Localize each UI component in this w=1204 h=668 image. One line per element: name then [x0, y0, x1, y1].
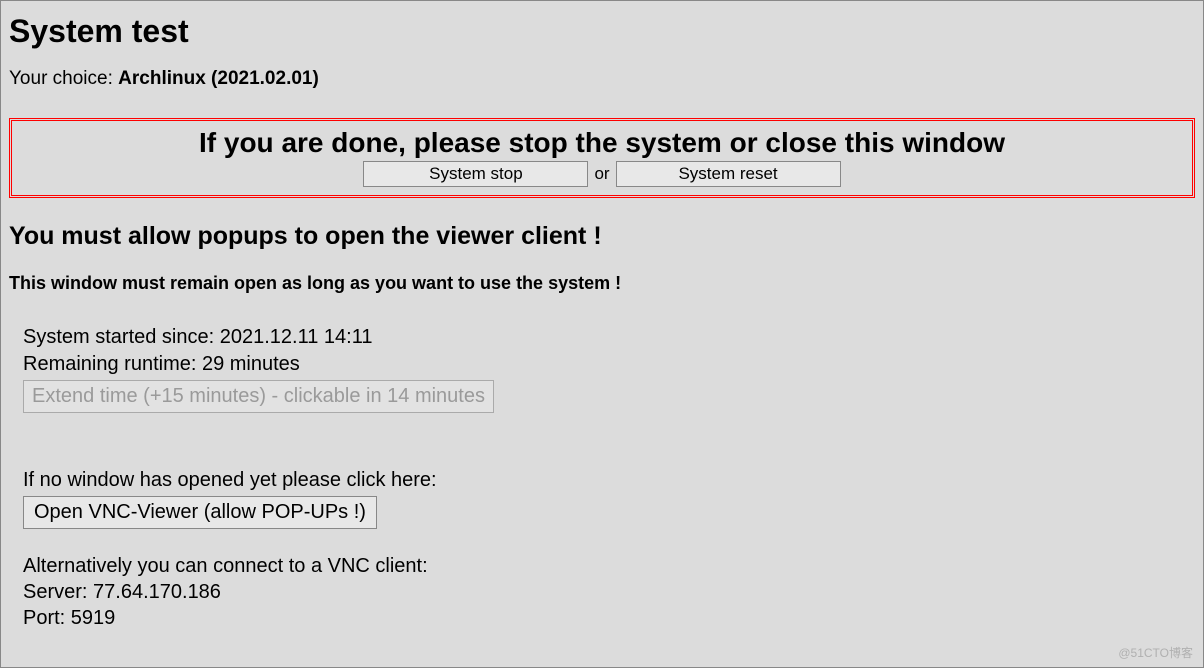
alert-box: If you are done, please stop the system … — [9, 118, 1195, 198]
no-window-text: If no window has opened yet please click… — [23, 467, 1195, 494]
remaining-label: Remaining runtime: — [23, 353, 202, 375]
remain-open-text: This window must remain open as long as … — [9, 273, 1195, 294]
vnc-server-label: Server: — [23, 581, 93, 603]
runtime-info-block: System started since: 2021.12.11 14:11 R… — [9, 324, 1195, 631]
choice-line: Your choice: Archlinux (2021.02.01) — [9, 68, 1195, 90]
vnc-port-line: Port: 5919 — [23, 605, 1195, 631]
or-text: or — [592, 164, 611, 184]
started-label: System started since: — [23, 326, 220, 348]
alert-controls: System stop or System reset — [20, 161, 1184, 187]
alert-heading: If you are done, please stop the system … — [20, 127, 1184, 159]
choice-value: Archlinux (2021.02.01) — [118, 68, 319, 89]
choice-label: Your choice: — [9, 68, 118, 89]
watermark: @51CTO博客 — [1118, 644, 1193, 661]
open-vnc-viewer-button[interactable]: Open VNC-Viewer (allow POP-UPs !) — [23, 496, 377, 529]
page-title: System test — [9, 13, 1195, 50]
remaining-line: Remaining runtime: 29 minutes — [23, 351, 1195, 378]
vnc-server-line: Server: 77.64.170.186 — [23, 579, 1195, 605]
system-reset-button[interactable]: System reset — [616, 161, 841, 187]
extend-time-button: Extend time (+15 minutes) - clickable in… — [23, 380, 494, 413]
vnc-port-value: 5919 — [71, 607, 116, 629]
remaining-value: 29 minutes — [202, 353, 300, 375]
system-stop-button[interactable]: System stop — [363, 161, 588, 187]
vnc-server-value: 77.64.170.186 — [93, 581, 221, 603]
vnc-alt-text: Alternatively you can connect to a VNC c… — [23, 553, 1195, 579]
started-value: 2021.12.11 14:11 — [220, 326, 373, 348]
popup-warning: You must allow popups to open the viewer… — [9, 222, 1195, 251]
started-line: System started since: 2021.12.11 14:11 — [23, 324, 1195, 351]
vnc-port-label: Port: — [23, 607, 71, 629]
vnc-alt-block: Alternatively you can connect to a VNC c… — [23, 553, 1195, 631]
